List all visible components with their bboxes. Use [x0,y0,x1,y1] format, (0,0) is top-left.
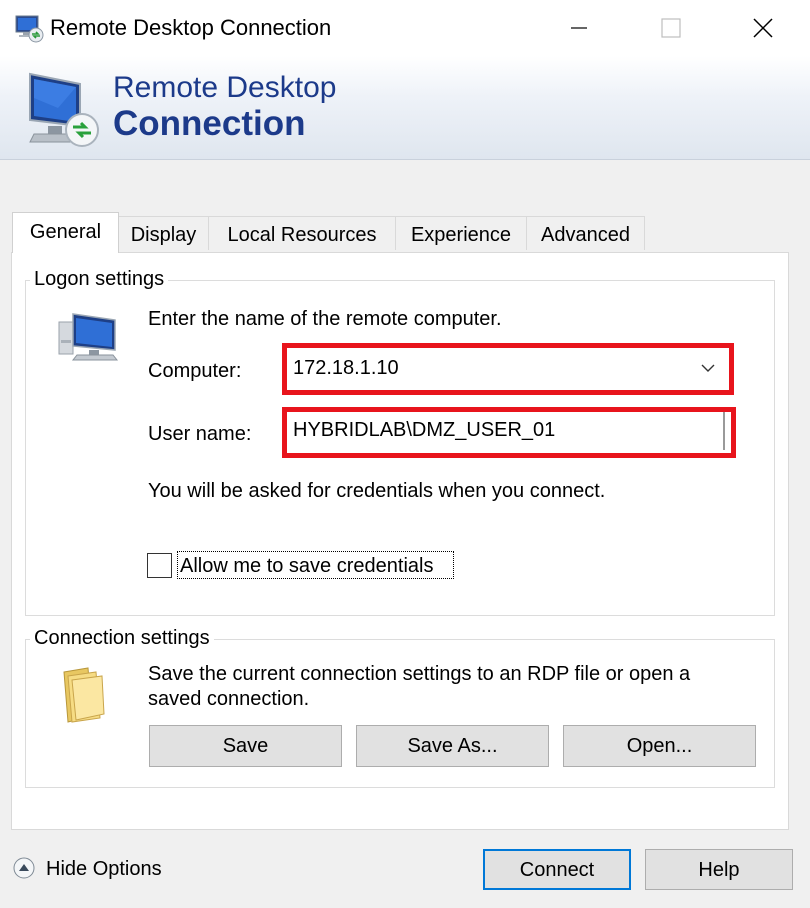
computer-monitor-icon [58,313,119,361]
banner-title-line2: Connection [113,104,306,143]
computer-combobox[interactable]: 172.18.1.10 [287,348,729,390]
open-button[interactable]: Open... [563,725,756,767]
username-input[interactable]: HYBRIDLAB\DMZ_USER_01 [287,412,725,450]
chevron-down-icon[interactable] [701,363,715,373]
title-bar[interactable]: Remote Desktop Connection [0,0,810,56]
logon-settings-title: Logon settings [30,268,169,291]
minimize-icon [571,27,587,29]
connect-button[interactable]: Connect [483,849,631,890]
close-icon [753,18,773,38]
save-button[interactable]: Save [149,725,342,767]
window-title: Remote Desktop Connection [50,15,332,40]
tab-advanced[interactable]: Advanced [526,216,645,250]
save-credentials-label[interactable]: Allow me to save credentials [180,553,433,579]
save-as-button[interactable]: Save As... [356,725,549,767]
banner-title-line1: Remote Desktop [113,71,337,104]
save-credentials-checkbox[interactable] [147,553,172,578]
maximize-icon [661,18,681,38]
username-value: HYBRIDLAB\DMZ_USER_01 [293,419,556,441]
connection-description-line1: Save the current connection settings to … [148,663,691,685]
computer-label: Computer: [148,360,242,382]
close-button[interactable] [717,0,809,56]
rdp-window: Remote Desktop Connection Remote Desktop… [0,0,810,908]
connection-description-line2: saved connection. [148,688,310,710]
computer-value: 172.18.1.10 [293,357,399,379]
tab-display[interactable]: Display [118,216,209,250]
folder-icon [63,667,105,723]
remote-desktop-logo-icon [29,72,99,147]
connection-settings-title: Connection settings [30,627,214,650]
header-banner: Remote Desktop Connection [0,56,810,160]
hide-options-link[interactable]: Hide Options [46,856,162,882]
tab-local-resources[interactable]: Local Resources [208,216,396,250]
remote-desktop-app-icon [15,15,44,43]
logon-prompt: Enter the name of the remote computer. [148,308,502,330]
help-button[interactable]: Help [645,849,793,890]
tab-experience[interactable]: Experience [395,216,527,250]
credentials-note: You will be asked for credentials when y… [148,480,606,502]
chevron-up-icon[interactable] [13,857,35,879]
tab-general[interactable]: General [12,212,119,253]
maximize-button[interactable] [625,0,717,56]
username-label: User name: [148,423,252,445]
minimize-button[interactable] [533,0,625,56]
